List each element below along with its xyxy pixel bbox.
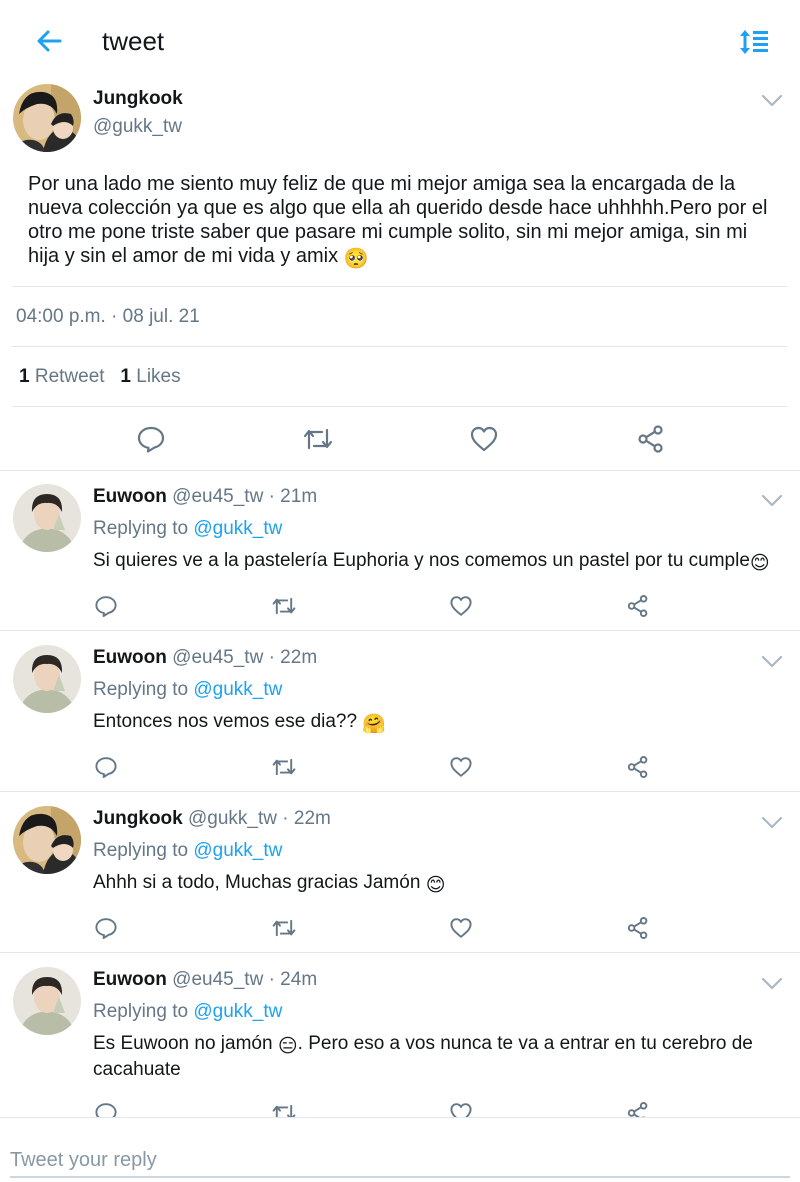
reply-text: Si quieres ve a la pastelería Euphoria y… (93, 550, 770, 574)
replying-to: Replying to @gukk_tw (93, 679, 282, 701)
share-icon[interactable] (626, 916, 650, 940)
divider (12, 406, 787, 407)
replying-label: Replying to (93, 1001, 189, 1022)
reply-tweet[interactable]: Euwoon @eu45_tw · 21m Replying to @gukk_… (0, 470, 800, 631)
replying-label: Replying to (93, 840, 189, 861)
page-title: tweet (102, 26, 165, 56)
hugging-face-emoji: 🤗 (362, 714, 387, 735)
share-icon[interactable] (626, 594, 650, 618)
avatar[interactable] (13, 806, 81, 874)
smiling-face-emoji: 😊 (425, 875, 446, 896)
divider (0, 1117, 800, 1118)
author-name[interactable]: Jungkook (93, 808, 183, 829)
heart-icon[interactable] (449, 916, 473, 940)
retweet-icon[interactable] (271, 916, 297, 940)
reply-icon[interactable] (94, 916, 118, 940)
replying-label: Replying to (93, 518, 189, 539)
chevron-down-icon[interactable] (761, 94, 783, 108)
reply-text: Entonces nos vemos ese dia?? 🤗 (93, 711, 387, 735)
reply-header: Euwoon @eu45_tw · 24m (93, 969, 317, 991)
chevron-down-icon[interactable] (761, 977, 783, 991)
reply-text: Es Euwoon no jamón 😑. Pero eso a vos nun… (93, 1033, 753, 1080)
tweet-timestamp: 04:00 p.m. · 08 jul. 21 (16, 306, 200, 327)
divider (12, 286, 787, 287)
tweet-stats: 1 Retweet 1 Likes (19, 366, 181, 388)
smiling-face-emoji: 😊 (749, 553, 770, 574)
likes-label[interactable]: Likes (136, 366, 180, 387)
share-icon[interactable] (626, 755, 650, 779)
replying-to: Replying to @gukk_tw (93, 518, 282, 540)
like-count: 1 (120, 366, 131, 387)
pleading-face-emoji: 🥺 (343, 248, 369, 270)
mention-link[interactable]: @gukk_tw (193, 840, 282, 861)
share-icon[interactable] (636, 424, 666, 454)
author-name[interactable]: Jungkook (93, 88, 183, 110)
replying-label: Replying to (93, 679, 189, 700)
author-name[interactable]: Euwoon (93, 486, 167, 507)
mention-link[interactable]: @gukk_tw (193, 518, 282, 539)
reply-icon[interactable] (94, 755, 118, 779)
heart-icon[interactable] (449, 755, 473, 779)
reply-tweet[interactable]: Jungkook @gukk_tw · 22m Replying to @guk… (0, 792, 800, 953)
mention-link[interactable]: @gukk_tw (193, 1001, 282, 1022)
avatar[interactable] (13, 484, 81, 552)
author-name[interactable]: Euwoon (93, 969, 167, 990)
reply-tweet[interactable]: Euwoon @eu45_tw · 22m Replying to @gukk_… (0, 631, 800, 792)
mention-link[interactable]: @gukk_tw (193, 679, 282, 700)
retweet-count: 1 (19, 366, 30, 387)
reply-text: Ahhh si a todo, Muchas gracias Jamón 😊 (93, 872, 446, 896)
author-meta: @eu45_tw · 21m (172, 486, 318, 507)
author-meta: @eu45_tw · 22m (172, 647, 318, 668)
sort-icon[interactable] (738, 26, 770, 58)
author-name[interactable]: Euwoon (93, 647, 167, 668)
author-meta: @eu45_tw · 24m (172, 969, 318, 990)
chevron-down-icon[interactable] (761, 494, 783, 508)
expressionless-face-emoji: 😑 (277, 1036, 298, 1057)
replying-to: Replying to @gukk_tw (93, 840, 282, 862)
reply-tweet[interactable]: Euwoon @eu45_tw · 24m Replying to @gukk_… (0, 953, 800, 1124)
avatar[interactable] (13, 967, 81, 1035)
arrow-left-icon[interactable] (34, 26, 64, 56)
replying-to: Replying to @gukk_tw (93, 1001, 282, 1023)
retweet-icon[interactable] (271, 594, 297, 618)
retweet-label[interactable]: Retweet (35, 366, 105, 387)
reply-input[interactable] (10, 1146, 790, 1174)
divider (12, 346, 787, 347)
tweet-text: Por una lado me siento muy feliz de que … (28, 173, 768, 270)
reply-header: Jungkook @gukk_tw · 22m (93, 808, 331, 830)
chevron-down-icon[interactable] (761, 655, 783, 669)
author-handle[interactable]: @gukk_tw (93, 116, 182, 138)
heart-icon[interactable] (469, 424, 499, 454)
retweet-icon[interactable] (271, 755, 297, 779)
reply-icon[interactable] (94, 594, 118, 618)
heart-icon[interactable] (449, 594, 473, 618)
author-meta: @gukk_tw · 22m (188, 808, 331, 829)
reply-header: Euwoon @eu45_tw · 22m (93, 647, 317, 669)
avatar[interactable] (13, 84, 81, 152)
avatar[interactable] (13, 645, 81, 713)
top-bar: tweet (0, 0, 800, 84)
chevron-down-icon[interactable] (761, 816, 783, 830)
retweet-icon[interactable] (302, 424, 334, 454)
reply-input-underline (10, 1176, 790, 1178)
reply-header: Euwoon @eu45_tw · 21m (93, 486, 317, 508)
reply-icon[interactable] (136, 424, 166, 454)
